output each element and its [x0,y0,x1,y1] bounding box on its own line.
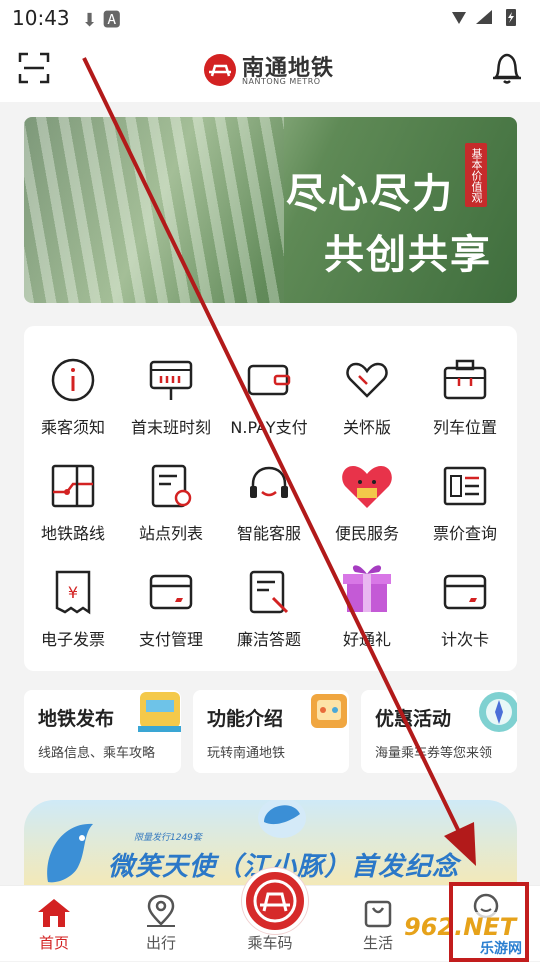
train-illustration-icon [138,692,181,732]
route-map-icon [51,464,95,508]
grid-item-convenience-service[interactable]: 便民服务 [318,462,416,562]
info-icon [51,358,95,402]
headset-icon [250,466,288,498]
count-card-icon [443,574,487,610]
grid-item-good-gift[interactable]: 好通礼 [318,558,416,658]
tab-label: 乘车码 [247,934,293,952]
metro-logo-icon [204,54,236,86]
heart-icon [346,362,388,398]
grid-item-label: 票价查询 [432,524,497,543]
card-title: 优惠活动 [375,708,452,730]
logo-english-name: NANTONG METRO [242,77,321,86]
quiz-icon [249,570,289,614]
train-position-icon [443,359,487,400]
shopping-bag-icon [364,900,392,928]
card-title: 地铁发布 [38,708,115,730]
notification-bell-icon[interactable] [490,50,524,86]
feature-illustration-icon [311,694,347,728]
status-bar: 10:43 ⬇ 🅰 [0,0,540,38]
grid-item-label: 站点列表 [138,524,203,543]
grid-item-label: 关怀版 [342,418,391,437]
banner-slogan-line2: 共创共享 [324,231,492,278]
card-title: 功能介绍 [207,708,284,730]
app-header: 南通地铁 NANTONG METRO [0,38,540,102]
grid-item-integrity-quiz[interactable]: 廉洁答题 [220,568,318,668]
wallet-icon [247,364,291,396]
card-subtitle: 海量乘车券等您来领 [375,746,493,761]
grid-item-care-mode[interactable]: 关怀版 [318,356,416,456]
dolphin-illustration-icon [47,823,93,883]
grid-item-timetable[interactable]: 首末班时刻 [122,356,220,456]
svg-text:¥: ¥ [68,583,78,602]
grid-item-metro-routes[interactable]: 地铁路线 [24,462,122,562]
grid-item-label: 地铁路线 [40,524,105,543]
card-feature-intro[interactable]: 功能介绍 玩转南通地铁 [193,690,349,773]
card-subtitle: 线路信息、乘车攻略 [38,746,156,761]
status-time: 10:43 [12,6,70,30]
grid-item-label: 列车位置 [432,418,497,437]
gift-box-icon [343,565,391,612]
function-grid: 乘客须知 首末班时刻 N.PAY支付 关怀版 列车位置 地铁路线 站点列表 智能… [24,326,517,671]
banner-seal: 基本价值观 [465,143,487,207]
status-system-icons [448,6,528,33]
card-icon [149,574,193,610]
grid-item-fare-query[interactable]: 票价查询 [416,462,514,562]
dolphin-mascot-icon [258,800,306,838]
grid-item-label: 廉洁答题 [236,630,301,649]
schedule-icon [149,360,193,400]
grid-item-payment-management[interactable]: 支付管理 [122,568,220,668]
banner-slogan-line1: 尽心尽力 [286,170,454,217]
signal-battery-icon [452,9,516,26]
hero-banner[interactable]: 尽心尽力 共创共享 基本价值观 [24,117,517,303]
grid-item-count-card[interactable]: 计次卡 [416,568,514,668]
nantong-metro-logo: 南通地铁 NANTONG METRO [202,50,342,90]
tab-home[interactable]: 首页 [14,886,94,961]
card-subtitle: 玩转南通地铁 [207,746,286,761]
station-list-icon [151,464,192,508]
grid-item-label: 智能客服 [236,524,301,543]
compass-illustration-icon [479,692,517,732]
annotation-highlight-box [449,882,529,962]
grid-item-passenger-notice[interactable]: 乘客须知 [24,356,122,456]
tab-label: 出行 [145,934,176,952]
grid-item-label: N.PAY支付 [230,418,308,437]
card-promotions[interactable]: 优惠活动 海量乘车券等您来领 [361,690,517,773]
promo-limited-note: 限量发行1249套 [134,833,202,843]
scan-icon[interactable] [18,52,50,84]
banner-cityscape-image [24,117,284,303]
status-notification-icons: ⬇ 🅰 [82,10,121,31]
grid-item-label: 乘客须知 [40,418,105,437]
grid-item-e-invoice[interactable]: ¥ 电子发票 [24,568,122,668]
fare-icon [443,466,487,506]
grid-item-smart-service[interactable]: 智能客服 [220,462,318,562]
home-icon [38,899,70,927]
location-icon [147,894,175,927]
grid-item-npay[interactable]: N.PAY支付 [220,356,318,456]
grid-item-label: 首末班时刻 [130,418,211,437]
heart-gift-icon [342,466,392,508]
grid-item-label: 好通礼 [342,630,391,649]
grid-item-label: 计次卡 [440,630,489,649]
grid-item-label: 电子发票 [40,630,105,649]
metro-logo-icon [253,879,297,923]
grid-item-label: 支付管理 [138,630,203,649]
grid-item-station-list[interactable]: 站点列表 [122,462,220,562]
grid-item-label: 便民服务 [334,524,399,543]
invoice-icon: ¥ [55,570,91,615]
tab-travel[interactable]: 出行 [121,886,201,961]
grid-item-train-position[interactable]: 列车位置 [416,356,514,456]
card-metro-news[interactable]: 地铁发布 线路信息、乘车攻略 [24,690,181,773]
tab-label: 首页 [38,934,69,952]
ride-code-button[interactable] [242,868,308,934]
